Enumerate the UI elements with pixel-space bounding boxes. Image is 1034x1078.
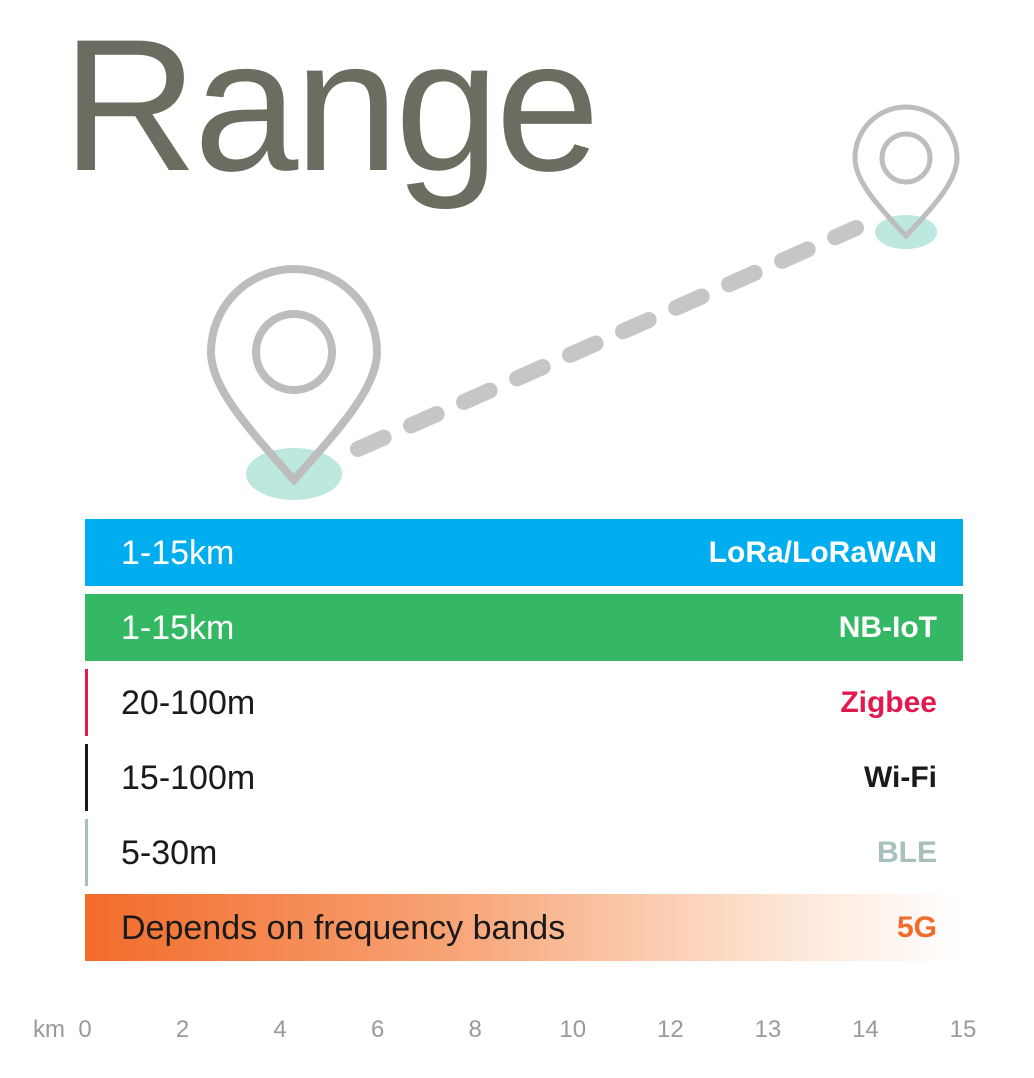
- bar-range-label: 1-15km: [121, 533, 235, 572]
- x-tick-label: 0: [78, 1016, 92, 1043]
- bar-tech-label: LoRa/LoRaWAN: [708, 535, 937, 569]
- bar-range-label: 1-15km: [121, 608, 235, 647]
- bar-range-label: 20-100m: [121, 683, 256, 722]
- x-tick-label: 4: [273, 1016, 287, 1043]
- bar-range-label: 15-100m: [121, 758, 256, 797]
- x-tick-label: 13: [754, 1016, 782, 1043]
- bar-nb-iot: 1-15km NB-IoT: [85, 594, 963, 661]
- bar-tech-label: BLE: [877, 835, 937, 869]
- x-tick-label: 8: [468, 1016, 482, 1043]
- x-tick-label: 10: [559, 1016, 587, 1043]
- x-tick-label: 2: [175, 1016, 190, 1043]
- pin-shadow-right: [875, 215, 937, 249]
- bar-lora-lorawan: 1-15km LoRa/LoRaWAN: [85, 519, 963, 586]
- bar-range-label: 5-30m: [121, 833, 218, 872]
- x-tick-label: 15: [949, 1016, 977, 1043]
- bar-tech-label: NB-IoT: [838, 610, 937, 644]
- axis-unit-label: km: [33, 1016, 65, 1043]
- x-tick-label: 12: [656, 1016, 684, 1043]
- x-axis: km 0 2 4 6 8 10 12 13 14 15: [0, 1006, 1034, 1050]
- range-illustration: [206, 104, 960, 500]
- bar-zigbee: 20-100m Zigbee: [85, 669, 963, 736]
- bar-tech-label: 5G: [896, 910, 937, 944]
- x-tick-label: 6: [370, 1016, 385, 1043]
- bar-range-label: Depends on frequency bands: [121, 908, 566, 947]
- bar-wi-fi: 15-100m Wi-Fi: [85, 744, 963, 811]
- bar-tech-label: Wi-Fi: [863, 760, 937, 794]
- bar-5g: Depends on frequency bands 5G: [85, 894, 963, 961]
- dashed-route-line: [350, 220, 864, 457]
- bar-ble: 5-30m BLE: [85, 819, 963, 886]
- x-tick-label: 14: [852, 1016, 879, 1043]
- bar-tech-label: Zigbee: [840, 685, 937, 719]
